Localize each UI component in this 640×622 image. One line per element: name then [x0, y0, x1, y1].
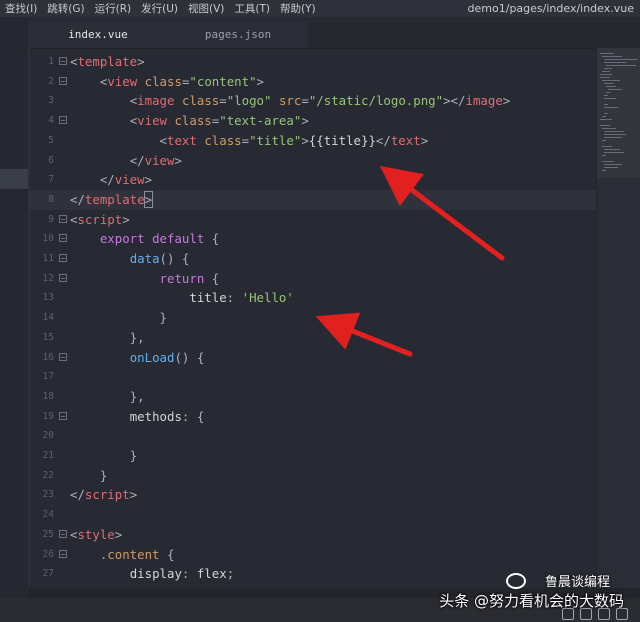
watermark-logo-icon	[506, 573, 526, 589]
arrow-to-title-value	[315, 312, 413, 357]
annotation-arrows	[315, 165, 505, 357]
watermark-sub: 鲁晨谈编程	[544, 575, 610, 590]
arrow-to-template	[380, 165, 505, 261]
watermark-main: 头条 @努力看机会的大数码	[439, 592, 624, 610]
